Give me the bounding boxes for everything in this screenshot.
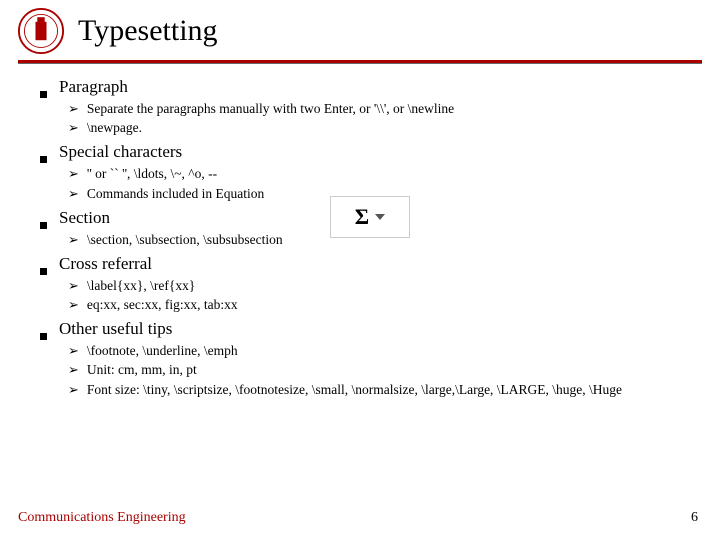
sub-text: '' or `` '', \ldots, \~, ^o, -- xyxy=(87,165,217,183)
sub-text: eq:xx, sec:xx, fig:xx, tab:xx xyxy=(87,296,238,314)
sigma-icon: Σ xyxy=(355,204,369,230)
slide-header: Typesetting xyxy=(0,0,720,60)
sub-item: ➢ '' or `` '', \ldots, \~, ^o, -- xyxy=(68,165,680,183)
bullet-label: Other useful tips xyxy=(59,318,172,341)
equation-toolbar-button[interactable]: Σ xyxy=(330,196,410,238)
sub-item: ➢ Font size: \tiny, \scriptsize, \footno… xyxy=(68,381,680,399)
bullet-other-useful-tips: Other useful tips xyxy=(40,318,680,341)
sub-text: \section, \subsection, \subsubsection xyxy=(87,231,283,249)
slide-title: Typesetting xyxy=(78,14,218,48)
bullet-cross-referral: Cross referral xyxy=(40,253,680,276)
sub-text: \label{xx}, \ref{xx} xyxy=(87,277,195,295)
dropdown-triangle-icon xyxy=(375,214,385,220)
chevron-icon: ➢ xyxy=(68,296,79,314)
sub-item: ➢ eq:xx, sec:xx, fig:xx, tab:xx xyxy=(68,296,680,314)
chevron-icon: ➢ xyxy=(68,361,79,379)
sub-item: ➢ \footnote, \underline, \emph xyxy=(68,342,680,360)
bullet-paragraph: Paragraph xyxy=(40,76,680,99)
page-number: 6 xyxy=(691,510,698,526)
sub-item: ➢ Separate the paragraphs manually with … xyxy=(68,100,680,118)
bullet-icon xyxy=(40,222,47,229)
sub-text: Unit: cm, mm, in, pt xyxy=(87,361,197,379)
chevron-icon: ➢ xyxy=(68,165,79,183)
bullet-special-characters: Special characters xyxy=(40,141,680,164)
divider-gray xyxy=(18,63,702,64)
sub-item: ➢ Unit: cm, mm, in, pt xyxy=(68,361,680,379)
bullet-icon xyxy=(40,91,47,98)
sub-text: \footnote, \underline, \emph xyxy=(87,342,238,360)
chevron-icon: ➢ xyxy=(68,100,79,118)
bullet-icon xyxy=(40,156,47,163)
bullet-label: Paragraph xyxy=(59,76,128,99)
sub-text: Commands included in Equation xyxy=(87,185,264,203)
bullet-label: Section xyxy=(59,207,110,230)
chevron-icon: ➢ xyxy=(68,277,79,295)
bullet-icon xyxy=(40,268,47,275)
slide-footer: Communications Engineering 6 xyxy=(18,510,698,526)
bullet-label: Special characters xyxy=(59,141,182,164)
sub-item: ➢ \label{xx}, \ref{xx} xyxy=(68,277,680,295)
chevron-icon: ➢ xyxy=(68,342,79,360)
bullet-label: Cross referral xyxy=(59,253,152,276)
chevron-icon: ➢ xyxy=(68,231,79,249)
sub-text: Font size: \tiny, \scriptsize, \footnote… xyxy=(87,381,622,399)
sub-item: ➢ \newpage. xyxy=(68,119,680,137)
chevron-icon: ➢ xyxy=(68,381,79,399)
footer-text: Communications Engineering xyxy=(18,510,186,526)
university-logo xyxy=(18,8,64,54)
sub-text: \newpage. xyxy=(87,119,142,137)
bullet-icon xyxy=(40,333,47,340)
chevron-icon: ➢ xyxy=(68,119,79,137)
sub-text: Separate the paragraphs manually with tw… xyxy=(87,100,454,118)
chevron-icon: ➢ xyxy=(68,185,79,203)
